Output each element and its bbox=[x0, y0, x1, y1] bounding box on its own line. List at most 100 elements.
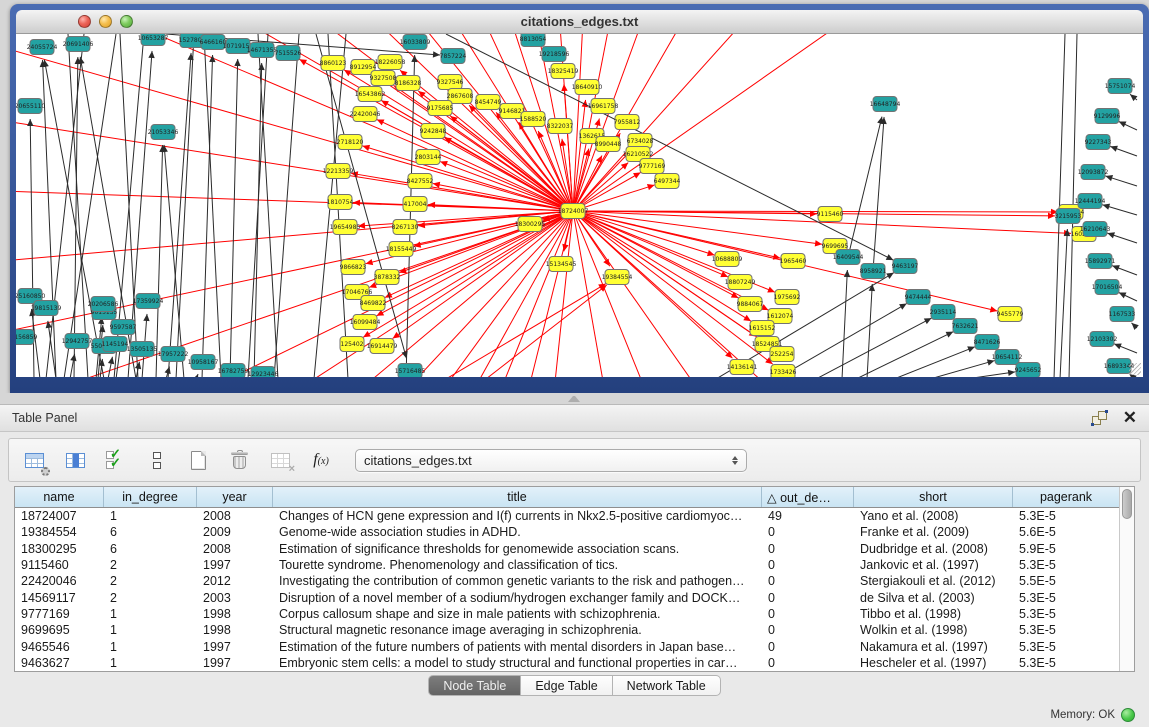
graph-node[interactable]: 20655110 bbox=[16, 99, 45, 114]
selected-graph-node[interactable]: 2803144 bbox=[415, 150, 442, 165]
selected-graph-node[interactable]: 9455779 bbox=[997, 307, 1024, 322]
graph-node[interactable]: 21053346 bbox=[148, 125, 179, 140]
selected-graph-node[interactable]: 417004 bbox=[403, 197, 427, 212]
graph-node[interactable]: 20206586 bbox=[88, 297, 119, 312]
graph-node[interactable]: 8958921 bbox=[860, 264, 887, 279]
column-header-title[interactable]: title bbox=[273, 487, 762, 507]
table-row[interactable]: 977716911998Corpus callosum shape and si… bbox=[15, 606, 1119, 622]
table-row[interactable]: 2242004622012Investigating the contribut… bbox=[15, 573, 1119, 589]
graph-node[interactable]: 9245652 bbox=[1015, 363, 1042, 378]
graph-node[interactable]: 16409544 bbox=[833, 250, 864, 265]
graph-node[interactable]: 17016504 bbox=[1092, 280, 1123, 295]
selected-graph-node[interactable]: 8860123 bbox=[320, 56, 347, 71]
row-options-icon[interactable] bbox=[144, 448, 170, 472]
selected-graph-node[interactable]: 8322037 bbox=[547, 119, 574, 134]
panel-splitter[interactable] bbox=[0, 393, 1149, 404]
graph-node[interactable]: 16210643 bbox=[1080, 222, 1111, 237]
selected-graph-node[interactable]: 18807249 bbox=[725, 275, 756, 290]
graph-node[interactable]: 16648794 bbox=[870, 97, 901, 112]
graph-node[interactable]: 13505135 bbox=[127, 342, 158, 357]
selected-graph-node[interactable]: 6497344 bbox=[654, 174, 681, 189]
selected-graph-node[interactable]: 8990448 bbox=[595, 137, 622, 152]
table-selector-dropdown[interactable]: citations_edges.txt bbox=[355, 449, 747, 472]
network-canvas[interactable]: 1872400788601238912954182260589327508818… bbox=[16, 34, 1143, 377]
zoom-window-button[interactable] bbox=[120, 15, 133, 28]
graph-node[interactable]: 16782759 bbox=[218, 364, 249, 378]
selected-graph-node[interactable]: 8427552 bbox=[407, 174, 434, 189]
table-row[interactable]: 1830029562008Estimation of significance … bbox=[15, 541, 1119, 557]
selected-graph-node[interactable]: 16914479 bbox=[367, 339, 398, 354]
selected-graph-node[interactable]: 9866823 bbox=[340, 260, 367, 275]
close-panel-icon[interactable]: ✕ bbox=[1123, 411, 1137, 425]
selected-graph-node[interactable]: 10688809 bbox=[712, 252, 743, 267]
selected-graph-node[interactable]: 18155449 bbox=[386, 242, 417, 257]
vertical-scrollbar[interactable] bbox=[1119, 487, 1134, 671]
graph-node[interactable]: 12942757 bbox=[62, 334, 93, 349]
selected-graph-node[interactable]: 8186328 bbox=[395, 76, 422, 91]
select-columns-icon[interactable]: ✓✓ bbox=[103, 448, 129, 472]
function-builder-icon[interactable]: f(x) bbox=[308, 448, 334, 472]
selected-graph-node[interactable]: 18724007 bbox=[558, 204, 589, 219]
graph-node[interactable]: 9129996 bbox=[1094, 109, 1121, 124]
selected-graph-node[interactable]: 12213359 bbox=[323, 164, 354, 179]
selected-graph-node[interactable]: 8469822 bbox=[360, 296, 387, 311]
selected-graph-node[interactable]: 7955812 bbox=[614, 115, 641, 130]
selected-graph-node[interactable]: 9884067 bbox=[737, 297, 764, 312]
graph-node[interactable]: 7632621 bbox=[952, 319, 979, 334]
selected-graph-node[interactable]: 19654985 bbox=[330, 220, 361, 235]
graph-node[interactable]: 7857224 bbox=[440, 49, 467, 64]
column-header-pagerank[interactable]: pagerank bbox=[1013, 487, 1119, 507]
graph-node[interactable]: 9597587 bbox=[110, 320, 137, 335]
table-row[interactable]: 911546021997Tourette syndrome. Phenomeno… bbox=[15, 557, 1119, 573]
graph-node[interactable]: 8471626 bbox=[974, 335, 1001, 350]
selected-graph-node[interactable]: 16961758 bbox=[588, 99, 619, 114]
selected-graph-node[interactable]: 22420046 bbox=[350, 107, 381, 122]
table-row[interactable]: 946362711997Embryonic stem cells: a mode… bbox=[15, 655, 1119, 671]
selected-graph-node[interactable]: 1588520 bbox=[520, 112, 547, 127]
close-window-button[interactable] bbox=[78, 15, 91, 28]
tab-node-table[interactable]: Node Table bbox=[428, 675, 521, 696]
column-header-year[interactable]: year bbox=[197, 487, 273, 507]
selected-graph-node[interactable]: 9777169 bbox=[639, 159, 666, 174]
selected-graph-node[interactable]: 1975692 bbox=[774, 290, 801, 305]
selected-graph-node[interactable]: 19384554 bbox=[602, 270, 633, 285]
network-window-titlebar[interactable]: citations_edges.txt bbox=[16, 10, 1143, 34]
graph-node[interactable]: 15716485 bbox=[395, 364, 426, 378]
graph-node[interactable]: 10653287 bbox=[138, 34, 169, 46]
selected-graph-node[interactable]: 1615152 bbox=[749, 321, 776, 336]
graph-node[interactable]: 14671355 bbox=[247, 43, 278, 58]
graph-node[interactable]: 9227343 bbox=[1085, 135, 1112, 150]
graph-node[interactable]: 9463197 bbox=[892, 259, 919, 274]
selected-graph-node[interactable]: 9115460 bbox=[817, 207, 844, 222]
selected-graph-node[interactable]: 16099484 bbox=[350, 315, 381, 330]
selected-graph-node[interactable]: 14136141 bbox=[727, 360, 758, 375]
selected-graph-node[interactable]: 1810754 bbox=[327, 195, 354, 210]
graph-node[interactable]: 17359924 bbox=[133, 294, 164, 309]
table-row[interactable]: 1938455462009Genome-wide association stu… bbox=[15, 524, 1119, 540]
selected-graph-node[interactable]: 9327546 bbox=[437, 75, 464, 90]
graph-node[interactable]: 12923446 bbox=[248, 367, 279, 378]
selected-graph-node[interactable]: 2718120 bbox=[337, 135, 364, 150]
graph-node[interactable]: 17957222 bbox=[158, 347, 189, 362]
selected-graph-node[interactable]: 252254 bbox=[770, 347, 794, 362]
selected-graph-node[interactable]: 9327508 bbox=[370, 71, 397, 86]
graph-node[interactable]: 24055724 bbox=[27, 40, 58, 55]
canvas-resize-grip[interactable] bbox=[1129, 363, 1141, 375]
graph-node[interactable]: 15892971 bbox=[1085, 254, 1116, 269]
delete-rows-trash-icon[interactable] bbox=[226, 448, 252, 472]
selected-graph-node[interactable]: 1965460 bbox=[780, 254, 807, 269]
graph-node[interactable]: 10958167 bbox=[188, 355, 219, 370]
graph-node[interactable]: 2935114 bbox=[930, 305, 957, 320]
network-graph[interactable]: 1872400788601238912954182260589327508818… bbox=[16, 34, 1143, 377]
graph-node[interactable]: 8813054 bbox=[520, 34, 547, 47]
graph-node[interactable]: 12103302 bbox=[1087, 332, 1118, 347]
column-header-name[interactable]: name bbox=[15, 487, 104, 507]
selected-graph-node[interactable]: 18640910 bbox=[572, 80, 603, 95]
graph-node[interactable]: 7515526 bbox=[275, 46, 302, 61]
selected-graph-node[interactable]: 16543862 bbox=[355, 87, 386, 102]
column-header-in_degree[interactable]: in_degree bbox=[104, 487, 197, 507]
selected-graph-node[interactable]: 125402 bbox=[340, 337, 364, 352]
graph-node[interactable]: 12444194 bbox=[1075, 194, 1106, 209]
selected-graph-node[interactable]: 18226058 bbox=[375, 55, 406, 70]
graph-node[interactable]: 12093872 bbox=[1078, 165, 1109, 180]
